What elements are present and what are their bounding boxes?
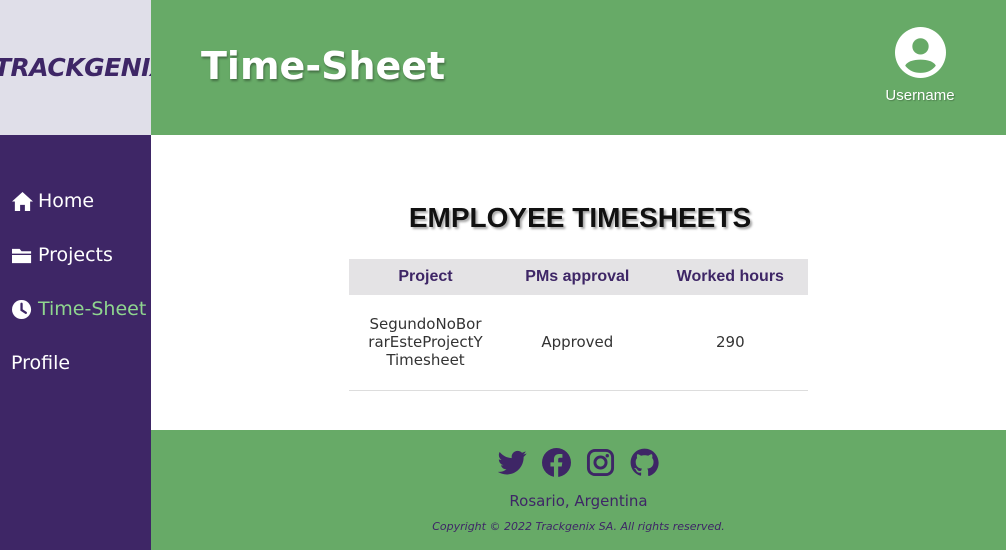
table-row[interactable]: SegundoNoBorrarEsteProjectYTimesheet App… <box>349 295 808 391</box>
instagram-icon[interactable] <box>586 448 615 477</box>
sidebar-item-label: Home <box>38 190 95 212</box>
trackgenix-logo[interactable]: TRACKGENIX <box>0 53 151 82</box>
facebook-icon[interactable] <box>542 448 571 477</box>
main-content: EMPLOYEE TIMESHEETS Project PMs approval… <box>151 135 1006 430</box>
social-links <box>151 448 1006 477</box>
copyright-text: Copyright © 2022 Trackgenix SA. All righ… <box>432 520 725 533</box>
user-avatar-icon[interactable] <box>894 27 946 78</box>
project-cell: SegundoNoBorrarEsteProjectYTimesheet <box>349 295 502 391</box>
column-header-hours: Worked hours <box>652 259 808 295</box>
username-label: Username <box>885 87 955 104</box>
top-header: Time-Sheet Username <box>151 0 1006 135</box>
sidebar-nav: Home Projects Time-Sheet Profile <box>0 135 151 550</box>
project-name: SegundoNoBorrarEsteProjectYTimesheet <box>368 315 483 370</box>
sidebar-item-label: Time-Sheet <box>38 298 147 320</box>
sidebar-item-time-sheet[interactable]: Time-Sheet <box>11 298 146 320</box>
user-menu[interactable]: Username <box>876 27 964 104</box>
hours-cell: 290 <box>652 295 808 391</box>
timesheets-heading: EMPLOYEE TIMESHEETS <box>408 202 752 233</box>
sidebar-item-home[interactable]: Home <box>11 190 94 212</box>
timesheets-table: Project PMs approval Worked hours Segund… <box>349 259 808 391</box>
home-icon <box>12 191 33 211</box>
approval-cell: Approved <box>502 295 653 391</box>
column-header-approval: PMs approval <box>502 259 653 295</box>
clock-icon <box>12 299 32 319</box>
folder-icon <box>12 248 32 263</box>
sidebar-item-projects[interactable]: Projects <box>11 244 113 266</box>
page-title: Time-Sheet <box>201 44 446 88</box>
sidebar-item-label: Profile <box>11 352 71 374</box>
sidebar-item-profile[interactable]: Profile <box>11 352 70 374</box>
location-text: Rosario, Argentina <box>509 492 648 510</box>
logo-area: TRACKGENIX <box>0 0 151 135</box>
page-footer: Rosario, Argentina Copyright © 2022 Trac… <box>151 430 1006 550</box>
table-header-row: Project PMs approval Worked hours <box>349 259 808 295</box>
sidebar-item-label: Projects <box>38 244 113 266</box>
github-icon[interactable] <box>630 448 659 477</box>
column-header-project: Project <box>349 259 502 295</box>
twitter-icon[interactable] <box>498 448 527 477</box>
